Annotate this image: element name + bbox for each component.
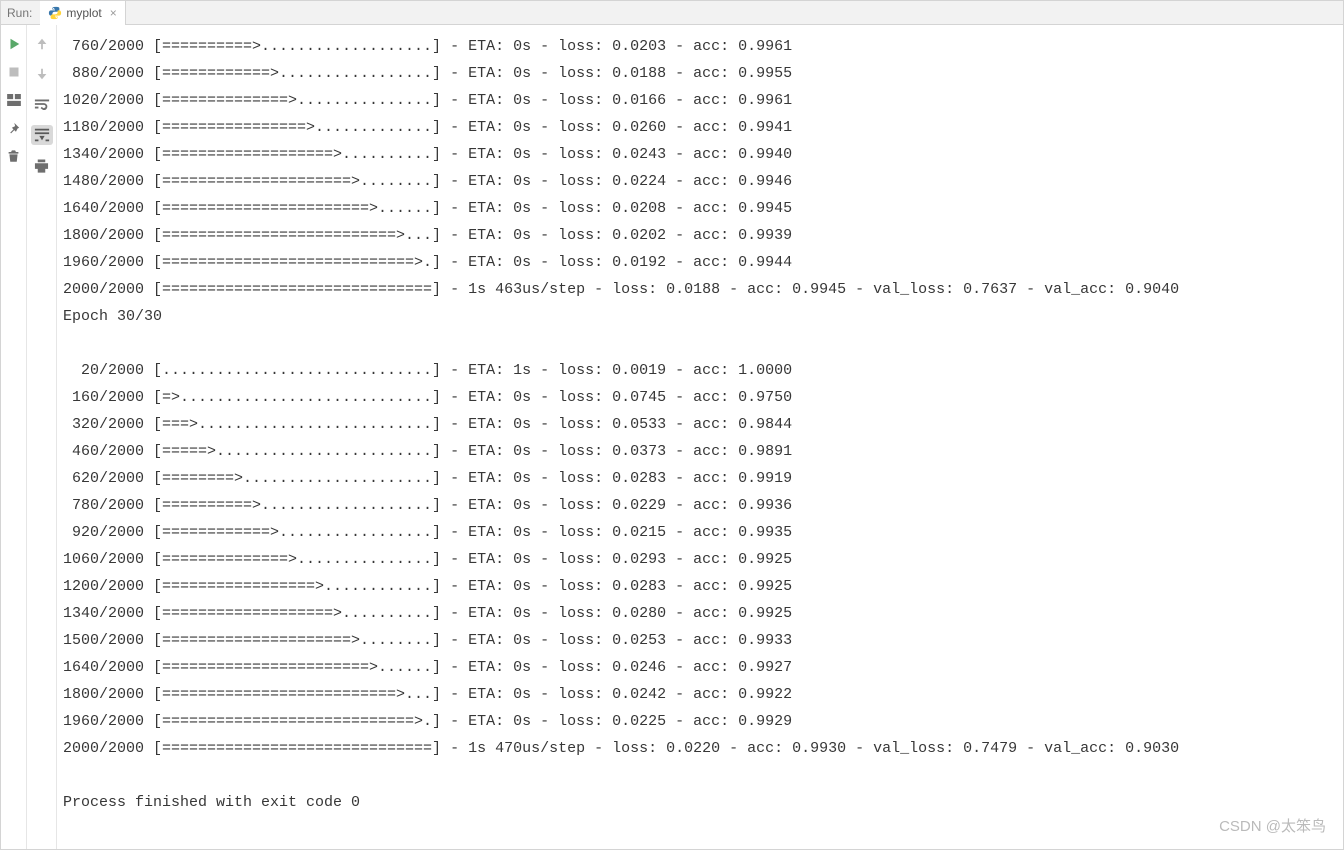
- run-body: 760/2000 [==========>...................…: [1, 25, 1343, 849]
- run-label: Run:: [1, 6, 40, 20]
- tab-bar: Run: myplot ×: [1, 1, 1343, 25]
- console-output[interactable]: 760/2000 [==========>...................…: [57, 25, 1343, 849]
- python-file-icon: [48, 6, 62, 20]
- layout-icon[interactable]: [5, 91, 23, 109]
- pin-icon[interactable]: [5, 119, 23, 137]
- stop-icon[interactable]: [5, 63, 23, 81]
- run-action-gutter: [1, 25, 27, 849]
- soft-wrap-icon[interactable]: [33, 95, 51, 113]
- down-arrow-icon[interactable]: [33, 65, 51, 83]
- tab-myplot[interactable]: myplot ×: [40, 1, 125, 25]
- rerun-icon[interactable]: [5, 35, 23, 53]
- run-tool-window: Run: myplot ×: [0, 0, 1344, 850]
- tab-label: myplot: [66, 6, 101, 20]
- scroll-to-end-icon[interactable]: [31, 125, 53, 145]
- console-text: 760/2000 [==========>...................…: [63, 33, 1343, 816]
- close-icon[interactable]: ×: [106, 6, 117, 20]
- trash-icon[interactable]: [5, 147, 23, 165]
- console-action-gutter: [27, 25, 57, 849]
- print-icon[interactable]: [33, 157, 51, 175]
- up-arrow-icon[interactable]: [33, 35, 51, 53]
